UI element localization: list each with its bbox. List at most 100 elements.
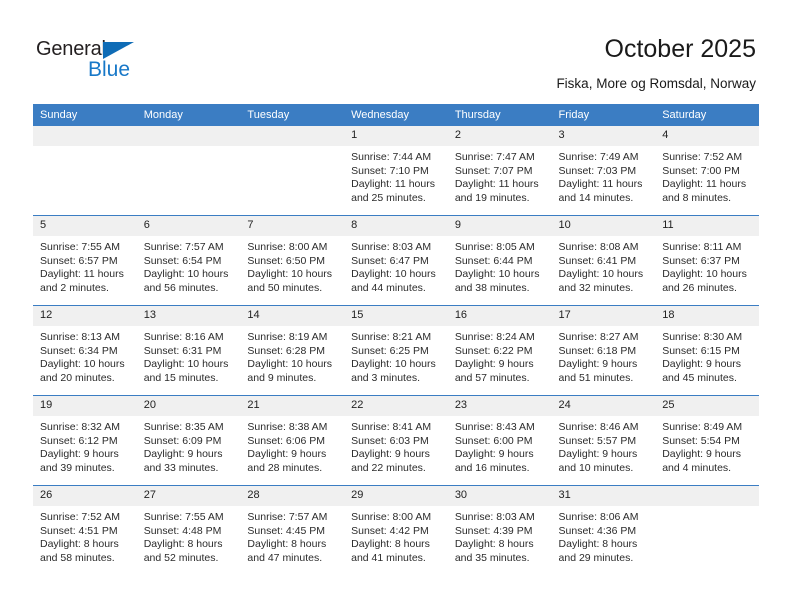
sunrise-text: Sunrise: 8:00 AM (247, 241, 328, 253)
sunset-text: Sunset: 7:10 PM (351, 164, 429, 177)
calendar-day-cell[interactable]: 7 Sunrise: 8:00 AM Sunset: 6:50 PM Daylight… (240, 215, 345, 306)
calendar-day-cell[interactable]: 8 Sunrise: 8:03 AM Sunset: 6:47 PM Daylight… (344, 215, 448, 306)
day-sun-info: Sunrise: 8:06 AM Sunset: 4:36 PM Daylight:… (552, 506, 656, 565)
calendar-day-cell[interactable]: 25 Sunrise: 8:49 AM Sunset: 5:54 PM Dayligh… (655, 395, 759, 486)
page-title: October 2025 (604, 35, 757, 63)
calendar-weekday-header: Sunday Monday Tuesday Wednesday Thursday… (33, 104, 759, 126)
daylight-text: Daylight: 10 hours and 50 minutes. (247, 268, 333, 294)
daylight-text: Daylight: 9 hours and 4 minutes. (662, 448, 742, 474)
calendar-day-cell[interactable]: 11 Sunrise: 8:11 AM Sunset: 6:37 PM Dayligh… (655, 215, 759, 306)
weekday-header-tuesday: Tuesday (240, 104, 345, 126)
day-number: 24 (551, 396, 656, 416)
sunrise-text: Sunrise: 8:11 AM (662, 241, 742, 253)
calendar-day-cell[interactable]: 22 Sunrise: 8:41 AM Sunset: 6:03 PM Dayligh… (344, 395, 448, 486)
calendar-day-cell[interactable]: 20 Sunrise: 8:35 AM Sunset: 6:09 PM Dayligh… (136, 395, 241, 486)
calendar-day-cell[interactable]: 6 Sunrise: 7:57 AM Sunset: 6:54 PM Daylight… (136, 215, 241, 306)
calendar-day-cell[interactable]: 10 Sunrise: 8:08 AM Sunset: 6:41 PM Dayligh… (551, 215, 656, 306)
day-sun-info: Sunrise: 8:00 AM Sunset: 6:50 PM Daylight:… (240, 236, 344, 295)
daylight-text: Daylight: 10 hours and 20 minutes. (40, 358, 125, 384)
calendar-day-cell[interactable]: 5 Sunrise: 7:55 AM Sunset: 6:57 PM Daylight… (33, 215, 137, 306)
calendar-day-cell-empty (33, 126, 137, 216)
calendar-day-cell[interactable]: 26 Sunrise: 7:52 AM Sunset: 4:51 PM Dayligh… (33, 485, 137, 575)
calendar-day-cell[interactable]: 15 Sunrise: 8:21 AM Sunset: 6:25 PM Dayligh… (344, 305, 448, 396)
sunset-text: Sunset: 6:15 PM (662, 344, 740, 357)
calendar-week-row: 26 Sunrise: 7:52 AM Sunset: 4:51 PM Dayligh… (33, 485, 759, 575)
day-sun-info: Sunrise: 8:21 AM Sunset: 6:25 PM Daylight:… (344, 326, 448, 385)
day-sun-info: Sunrise: 8:49 AM Sunset: 5:54 PM Daylight:… (655, 416, 759, 475)
daylight-text: Daylight: 9 hours and 45 minutes. (662, 358, 742, 384)
sunset-text: Sunset: 6:37 PM (662, 254, 740, 267)
sunrise-text: Sunrise: 8:03 AM (351, 241, 432, 253)
calendar-day-cell[interactable]: 2 Sunrise: 7:47 AM Sunset: 7:07 PM Daylight… (447, 126, 552, 216)
sunrise-text: Sunrise: 7:55 AM (143, 511, 224, 523)
sunrise-text: Sunrise: 7:55 AM (40, 241, 120, 253)
calendar-day-cell[interactable]: 16 Sunrise: 8:24 AM Sunset: 6:22 PM Dayligh… (447, 305, 552, 396)
sunrise-text: Sunrise: 8:00 AM (351, 511, 432, 523)
day-number: 20 (136, 396, 241, 416)
day-sun-info: Sunrise: 7:47 AM Sunset: 7:07 PM Daylight:… (448, 146, 552, 205)
sunset-text: Sunset: 6:47 PM (351, 254, 429, 267)
calendar-day-cell[interactable]: 9 Sunrise: 8:05 AM Sunset: 6:44 PM Daylight… (447, 215, 552, 306)
day-sun-info: Sunrise: 8:24 AM Sunset: 6:22 PM Daylight:… (448, 326, 552, 385)
daylight-text: Daylight: 9 hours and 33 minutes. (143, 448, 223, 474)
calendar-page: General Blue October 2025 Fiska, More og… (0, 0, 792, 612)
sunrise-text: Sunrise: 7:52 AM (662, 151, 743, 163)
day-sun-info: Sunrise: 8:16 AM Sunset: 6:31 PM Daylight:… (137, 326, 241, 385)
calendar-day-cell[interactable]: 4 Sunrise: 7:52 AM Sunset: 7:00 PM Daylight… (655, 126, 759, 216)
page-masthead: General Blue October 2025 Fiska, More og… (0, 0, 792, 104)
calendar-day-cell[interactable]: 27 Sunrise: 7:55 AM Sunset: 4:48 PM Dayligh… (136, 485, 241, 575)
day-number: 18 (655, 306, 759, 326)
sunrise-sunset-calendar: Sunday Monday Tuesday Wednesday Thursday… (33, 104, 759, 575)
weekday-header-sunday: Sunday (33, 104, 137, 126)
calendar-day-cell[interactable]: 24 Sunrise: 8:46 AM Sunset: 5:57 PM Dayligh… (551, 395, 656, 486)
calendar-day-cell[interactable]: 21 Sunrise: 8:38 AM Sunset: 6:06 PM Dayligh… (240, 395, 345, 486)
sunset-text: Sunset: 6:22 PM (454, 344, 533, 357)
day-number: 31 (551, 486, 656, 506)
day-sun-info: Sunrise: 8:43 AM Sunset: 6:00 PM Daylight:… (448, 416, 552, 475)
sunset-text: Sunset: 6:12 PM (40, 434, 118, 447)
calendar-day-cell[interactable]: 12 Sunrise: 8:13 AM Sunset: 6:34 PM Dayligh… (33, 305, 137, 396)
day-number: 16 (447, 306, 552, 326)
daylight-text: Daylight: 8 hours and 58 minutes. (40, 538, 119, 564)
calendar-day-cell[interactable]: 1 Sunrise: 7:44 AM Sunset: 7:10 PM Daylight… (344, 126, 448, 216)
weekday-header-row: Sunday Monday Tuesday Wednesday Thursday… (33, 104, 759, 126)
sunrise-text: Sunrise: 8:32 AM (40, 421, 120, 433)
calendar-day-cell[interactable]: 18 Sunrise: 8:30 AM Sunset: 6:15 PM Dayligh… (655, 305, 759, 396)
sunset-text: Sunset: 6:31 PM (143, 344, 222, 357)
sunrise-text: Sunrise: 7:52 AM (40, 511, 120, 523)
sunrise-text: Sunrise: 8:05 AM (454, 241, 535, 253)
daylight-text: Daylight: 10 hours and 26 minutes. (662, 268, 747, 294)
sunset-text: Sunset: 6:00 PM (454, 434, 533, 447)
sunset-text: Sunset: 7:03 PM (558, 164, 637, 177)
day-number: 26 (33, 486, 137, 506)
daylight-text: Daylight: 10 hours and 56 minutes. (143, 268, 229, 294)
sunrise-text: Sunrise: 8:30 AM (662, 331, 743, 343)
daylight-text: Daylight: 9 hours and 22 minutes. (351, 448, 430, 474)
calendar-day-cell[interactable]: 14 Sunrise: 8:19 AM Sunset: 6:28 PM Dayligh… (240, 305, 345, 396)
calendar-day-cell[interactable]: 28 Sunrise: 7:57 AM Sunset: 4:45 PM Dayligh… (240, 485, 345, 575)
day-sun-info: Sunrise: 7:55 AM Sunset: 4:48 PM Daylight:… (137, 506, 241, 565)
day-number: 23 (447, 396, 552, 416)
day-sun-info: Sunrise: 8:35 AM Sunset: 6:09 PM Daylight:… (137, 416, 241, 475)
sunrise-text: Sunrise: 7:57 AM (143, 241, 224, 253)
calendar-day-cell[interactable]: 31 Sunrise: 8:06 AM Sunset: 4:36 PM Dayligh… (551, 485, 656, 575)
day-number (240, 126, 345, 146)
calendar-day-cell[interactable]: 19 Sunrise: 8:32 AM Sunset: 6:12 PM Dayligh… (33, 395, 137, 486)
day-sun-info: Sunrise: 8:27 AM Sunset: 6:18 PM Daylight:… (552, 326, 656, 385)
day-sun-info: Sunrise: 8:08 AM Sunset: 6:41 PM Daylight:… (552, 236, 656, 295)
calendar-day-cell[interactable]: 30 Sunrise: 8:03 AM Sunset: 4:39 PM Dayligh… (447, 485, 552, 575)
weekday-header-monday: Monday (136, 104, 241, 126)
sunrise-text: Sunrise: 8:27 AM (558, 331, 639, 343)
calendar-day-cell[interactable]: 17 Sunrise: 8:27 AM Sunset: 6:18 PM Dayligh… (551, 305, 656, 396)
calendar-day-cell[interactable]: 29 Sunrise: 8:00 AM Sunset: 4:42 PM Dayligh… (344, 485, 448, 575)
logo-triangle-icon (103, 42, 134, 59)
day-sun-info: Sunrise: 8:30 AM Sunset: 6:15 PM Daylight:… (655, 326, 759, 385)
calendar-day-cell[interactable]: 13 Sunrise: 8:16 AM Sunset: 6:31 PM Dayligh… (136, 305, 241, 396)
calendar-day-cell[interactable]: 23 Sunrise: 8:43 AM Sunset: 6:00 PM Dayligh… (447, 395, 552, 486)
day-number: 7 (240, 216, 345, 236)
location-subtitle: Fiska, More og Romsdal, Norway (556, 76, 756, 91)
sunset-text: Sunset: 7:00 PM (662, 164, 740, 177)
sunrise-text: Sunrise: 7:44 AM (351, 151, 432, 163)
calendar-day-cell[interactable]: 3 Sunrise: 7:49 AM Sunset: 7:03 PM Daylight… (551, 126, 656, 216)
sunrise-text: Sunrise: 8:24 AM (454, 331, 535, 343)
